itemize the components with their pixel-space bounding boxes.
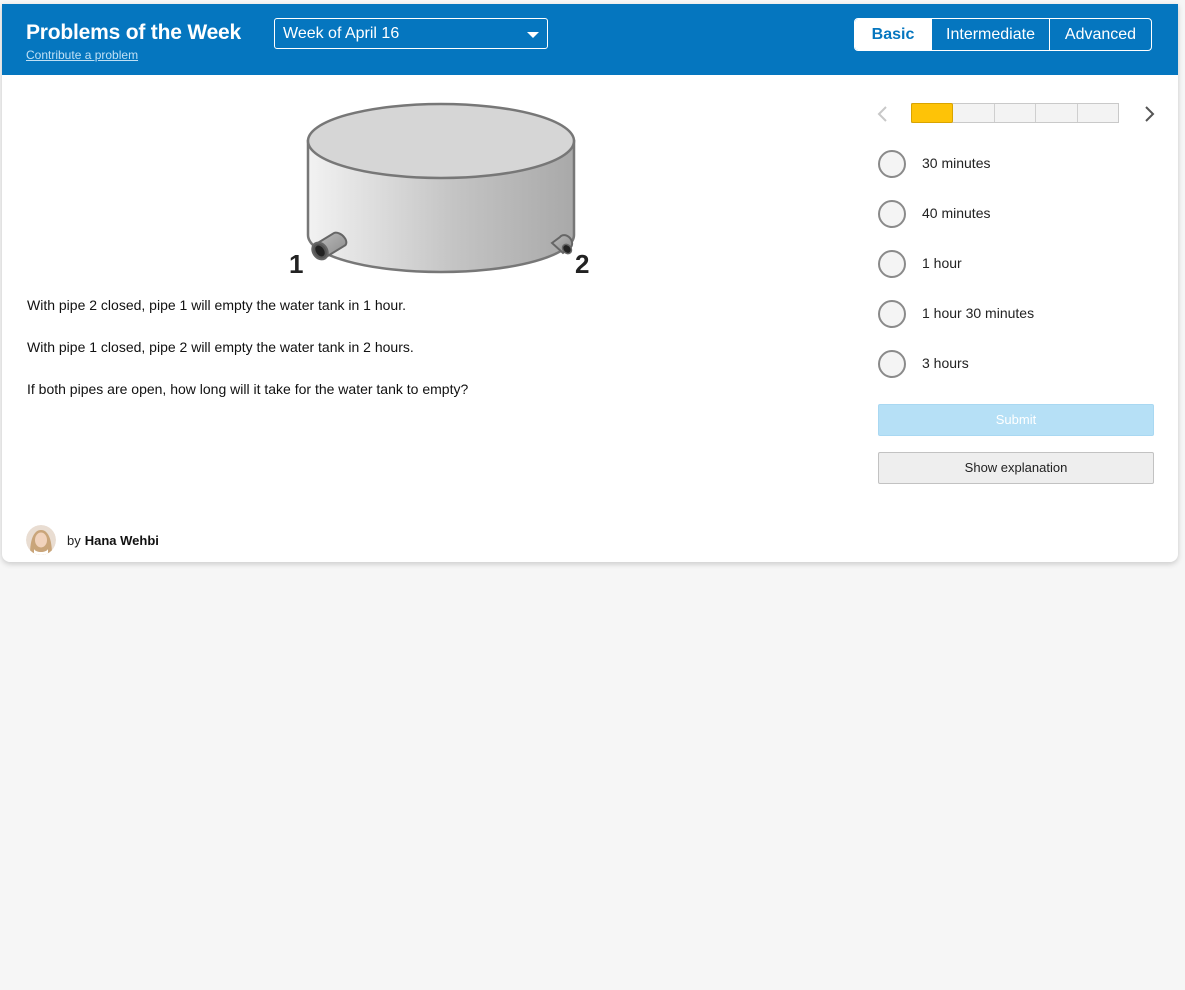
submit-button[interactable]: Submit xyxy=(878,404,1154,436)
water-tank-illustration xyxy=(306,102,576,274)
radio-button[interactable] xyxy=(878,350,906,378)
contribute-link[interactable]: Contribute a problem xyxy=(26,48,138,62)
problem-card: Problems of the Week Contribute a proble… xyxy=(2,4,1178,562)
chevron-left-icon[interactable] xyxy=(874,103,892,125)
header-bar: Problems of the Week Contribute a proble… xyxy=(2,4,1178,75)
page-title: Problems of the Week xyxy=(26,21,242,44)
problem-question: If both pipes are open, how long will it… xyxy=(27,381,469,397)
progress-fill xyxy=(911,103,953,123)
pipe-2-label: 2 xyxy=(575,249,590,279)
radio-button[interactable] xyxy=(878,150,906,178)
caret-down-icon xyxy=(527,32,539,38)
author-credit: by Hana Wehbi xyxy=(26,524,159,556)
problem-line: With pipe 2 closed, pipe 1 will empty th… xyxy=(27,297,406,313)
problem-line: With pipe 1 closed, pipe 2 will empty th… xyxy=(27,339,414,355)
level-tabs: Basic Intermediate Advanced xyxy=(854,18,1152,51)
answer-option[interactable]: 40 minutes xyxy=(878,199,1158,249)
answer-option-label: 40 minutes xyxy=(922,205,991,221)
answer-option-label: 1 hour xyxy=(922,255,962,271)
water-tank-figure: 1 2 xyxy=(272,96,602,286)
author-by-label: by xyxy=(67,532,81,548)
radio-button[interactable] xyxy=(878,200,906,228)
tab-intermediate[interactable]: Intermediate xyxy=(931,19,1049,50)
answer-option[interactable]: 3 hours xyxy=(878,349,1158,399)
tab-advanced[interactable]: Advanced xyxy=(1049,19,1151,50)
answer-option-label: 1 hour 30 minutes xyxy=(922,305,1035,321)
week-select-value: Week of April 16 xyxy=(283,25,400,42)
answer-options: 30 minutes 40 minutes 1 hour 1 hour 30 m… xyxy=(878,149,1158,399)
chevron-right-icon[interactable] xyxy=(1140,103,1158,125)
show-explanation-button[interactable]: Show explanation xyxy=(878,452,1154,484)
avatar xyxy=(26,525,56,555)
radio-button[interactable] xyxy=(878,300,906,328)
tab-basic[interactable]: Basic xyxy=(855,19,931,50)
answer-option[interactable]: 1 hour 30 minutes xyxy=(878,299,1158,349)
radio-button[interactable] xyxy=(878,250,906,278)
answer-option[interactable]: 1 hour xyxy=(878,249,1158,299)
week-select[interactable]: Week of April 16 xyxy=(274,18,548,49)
problem-progress-nav xyxy=(874,103,1164,125)
pipe-1-label: 1 xyxy=(289,249,304,279)
answer-option[interactable]: 30 minutes xyxy=(878,149,1158,199)
problem-statement: With pipe 2 closed, pipe 1 will empty th… xyxy=(27,297,827,423)
author-name[interactable]: Hana Wehbi xyxy=(85,533,159,548)
answer-option-label: 3 hours xyxy=(922,355,969,371)
answer-option-label: 30 minutes xyxy=(922,155,991,171)
